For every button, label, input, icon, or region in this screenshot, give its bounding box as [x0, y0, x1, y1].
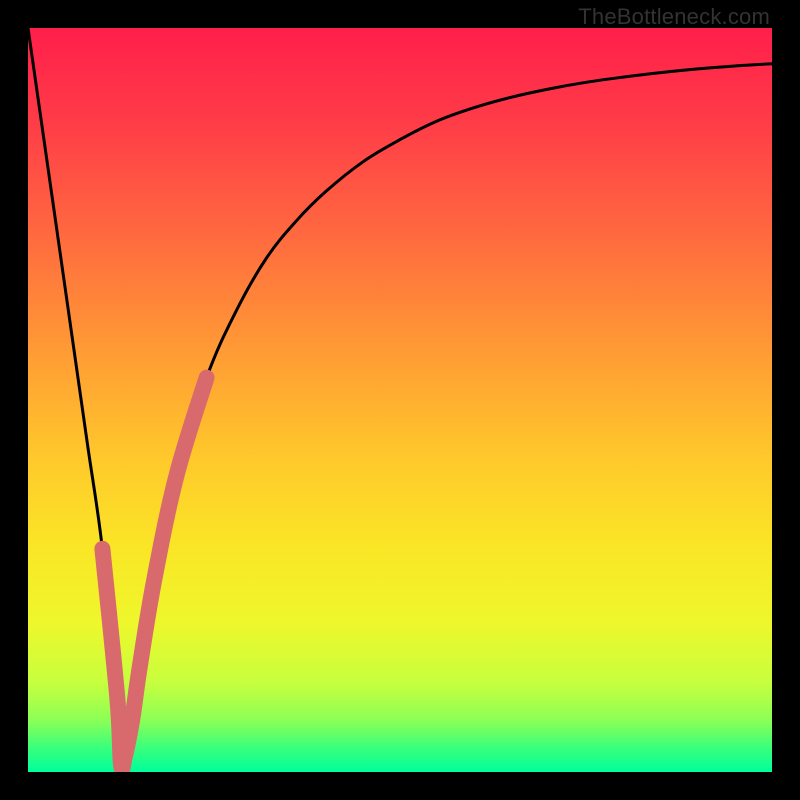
curve-layer — [28, 28, 772, 772]
plot-area — [28, 28, 772, 772]
watermark-text: TheBottleneck.com — [578, 4, 770, 30]
highlight-segment — [102, 378, 206, 770]
chart-frame: TheBottleneck.com — [0, 0, 800, 800]
